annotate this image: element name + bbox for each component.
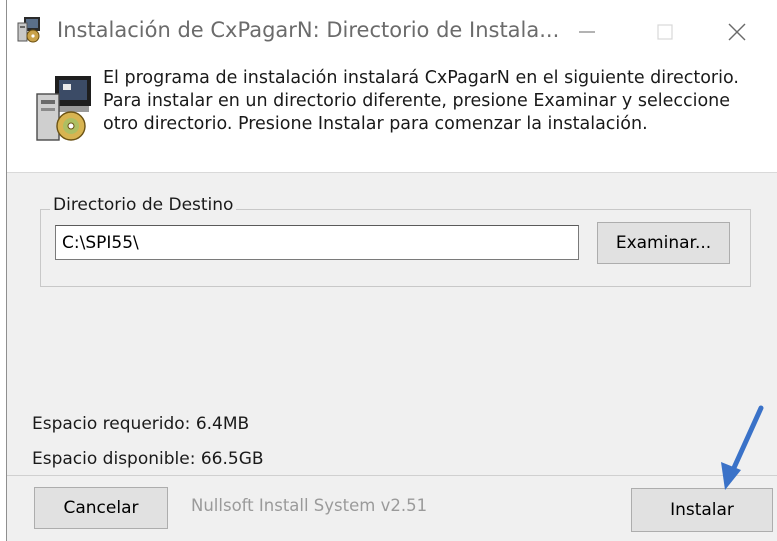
installer-icon [17, 17, 40, 43]
installer-window: Instalación de CxPagarN: Directorio de I… [6, 0, 777, 541]
install-button[interactable]: Instalar [631, 488, 773, 532]
close-button[interactable] [707, 0, 767, 64]
footer-divider [7, 475, 777, 476]
cancel-button[interactable]: Cancelar [34, 487, 168, 529]
space-available-text: Espacio disponible: 66.5GB [32, 449, 264, 469]
destination-path-input[interactable] [55, 225, 579, 260]
install-package-icon [36, 76, 91, 141]
browse-button[interactable]: Examinar... [597, 222, 730, 264]
window-title: Instalación de CxPagarN: Directorio de I… [57, 18, 560, 42]
close-icon [728, 23, 746, 41]
header-description: El programa de instalación instalará CxP… [103, 68, 739, 134]
space-required-text: Espacio requerido: 6.4MB [32, 414, 250, 434]
minimize-icon [579, 31, 595, 33]
nsis-brand-text: Nullsoft Install System v2.51 [191, 496, 428, 515]
header-divider [7, 172, 777, 173]
header-panel: El programa de instalación instalará CxP… [7, 64, 777, 172]
destination-group-label: Directorio de Destino [50, 195, 237, 215]
blue-arrow-annotation [721, 405, 764, 490]
maximize-icon [657, 24, 673, 40]
maximize-button[interactable] [635, 0, 695, 64]
minimize-button[interactable] [557, 0, 617, 64]
title-bar: Instalación de CxPagarN: Directorio de I… [7, 0, 777, 64]
